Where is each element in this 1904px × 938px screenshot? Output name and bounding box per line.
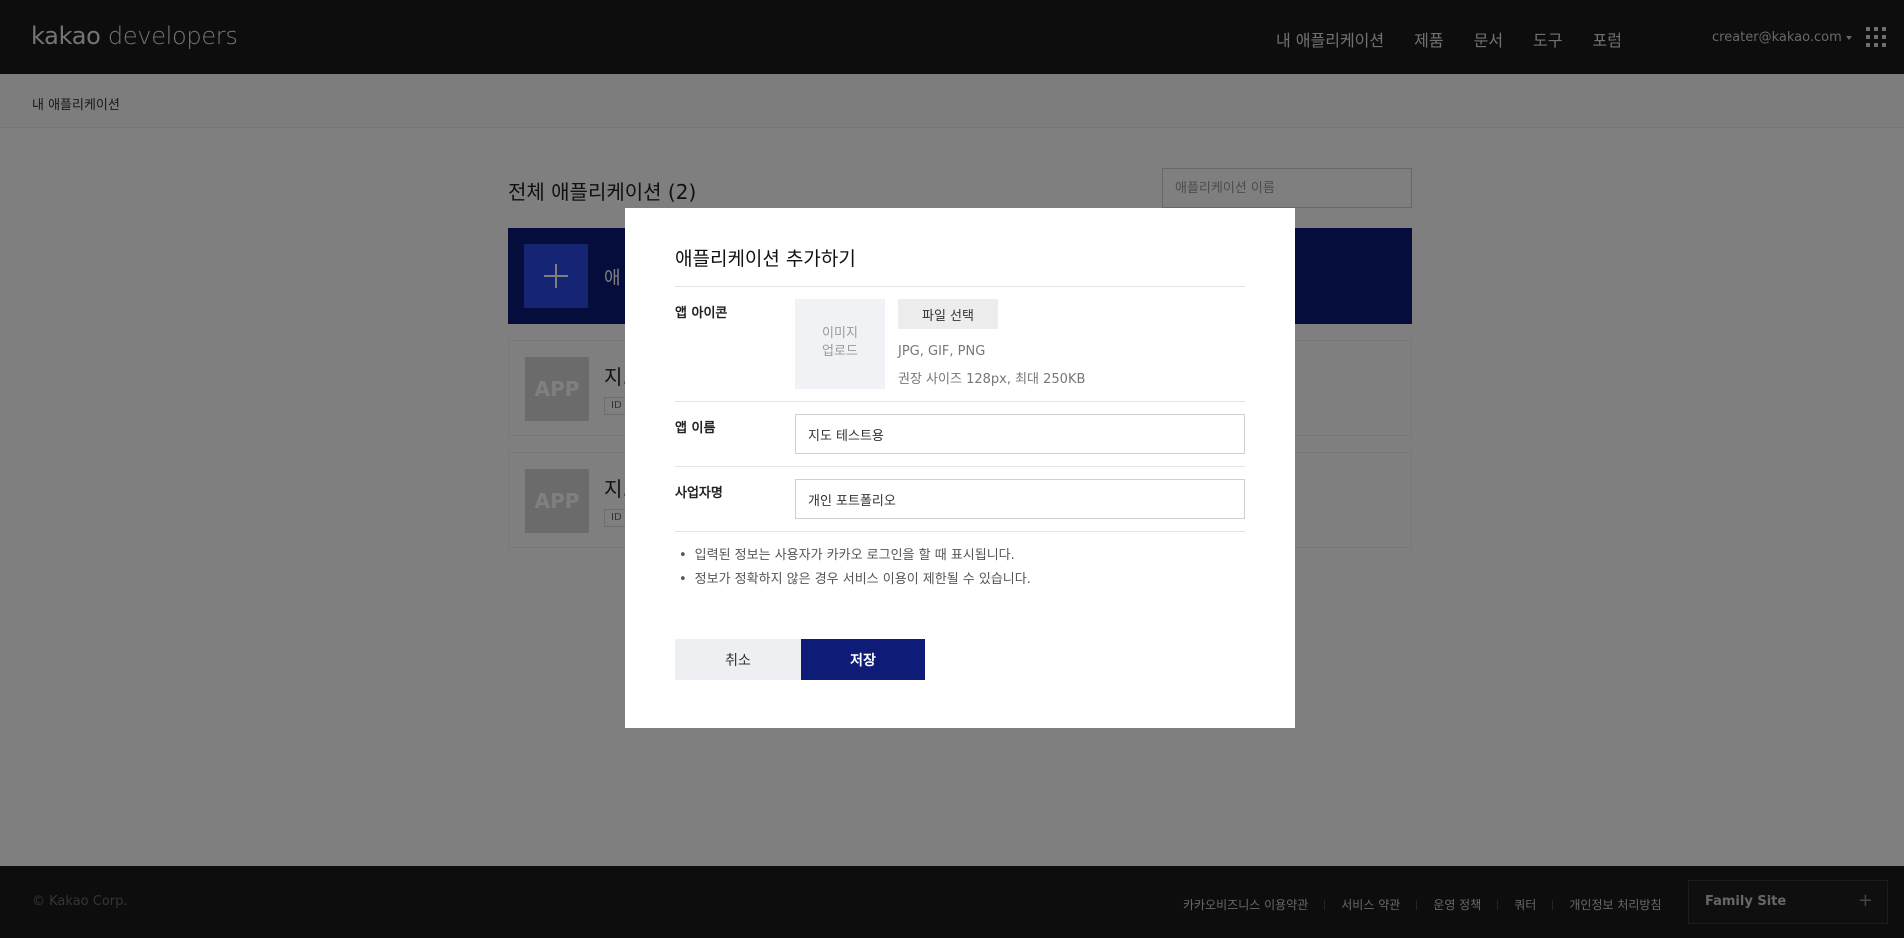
divider <box>675 401 1245 402</box>
app-name-input[interactable] <box>795 414 1245 454</box>
app-icon-label: 앱 아이콘 <box>675 306 728 321</box>
image-upload-line1: 이미지 <box>822 326 858 341</box>
divider <box>675 531 1245 532</box>
image-upload-line2: 업로드 <box>822 344 858 359</box>
file-select-button[interactable]: 파일 선택 <box>898 299 998 329</box>
app-name-label: 앱 이름 <box>675 421 716 436</box>
notice-item: 정보가 정확하지 않은 경우 서비스 이용이 제한될 수 있습니다. <box>675 568 1031 592</box>
save-button[interactable]: 저장 <box>801 639 925 680</box>
notice-list: 입력된 정보는 사용자가 카카오 로그인을 할 때 표시됩니다. 정보가 정확하… <box>675 544 1031 592</box>
file-size-hint: 권장 사이즈 128px, 최대 250KB <box>898 372 1086 387</box>
divider <box>675 286 1245 287</box>
business-name-label: 사업자명 <box>675 486 723 501</box>
image-upload-text: 이미지 업로드 <box>795 325 885 361</box>
add-application-modal: 애플리케이션 추가하기 앱 아이콘 이미지 업로드 파일 선택 JPG, GIF… <box>625 208 1295 728</box>
image-upload-box[interactable]: 이미지 업로드 <box>795 299 885 389</box>
business-name-input[interactable] <box>795 479 1245 519</box>
modal-title: 애플리케이션 추가하기 <box>675 248 856 270</box>
file-format-hint: JPG, GIF, PNG <box>898 344 986 359</box>
notice-item: 입력된 정보는 사용자가 카카오 로그인을 할 때 표시됩니다. <box>675 544 1031 568</box>
cancel-button[interactable]: 취소 <box>675 639 801 680</box>
divider <box>675 466 1245 467</box>
